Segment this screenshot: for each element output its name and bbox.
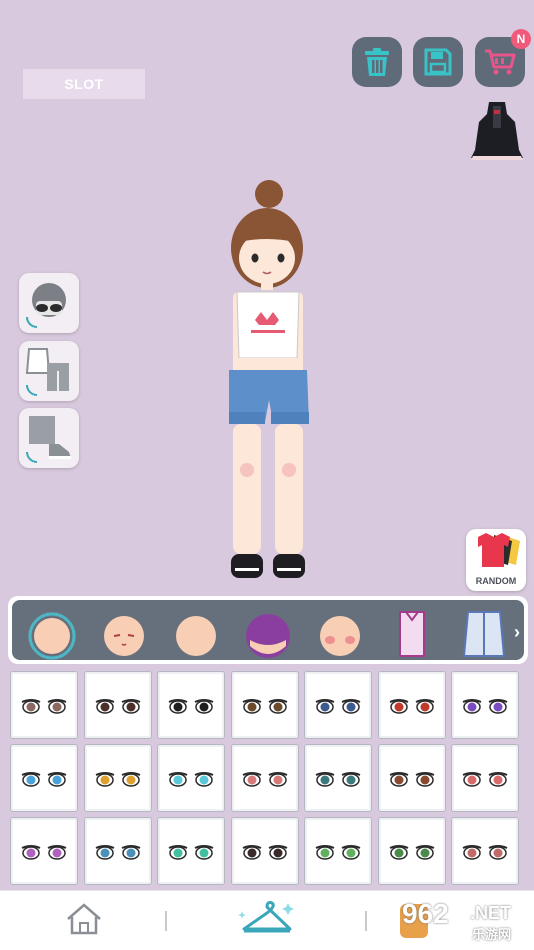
face-icon: [176, 616, 216, 656]
eye-option[interactable]: [83, 817, 152, 885]
shoes-toggle-button[interactable]: [19, 408, 79, 468]
eyes-icon: [21, 772, 67, 787]
eye-option[interactable]: [377, 744, 446, 812]
random-label: RANDOM: [475, 576, 517, 586]
shirt-stack-icon: [478, 533, 520, 567]
eyes-icon: [95, 845, 140, 860]
delete-button[interactable]: [352, 37, 402, 87]
category-bar: ›: [8, 596, 528, 664]
eyes-icon: [168, 845, 214, 860]
eye-option[interactable]: [10, 817, 78, 885]
eye-option[interactable]: [377, 817, 446, 885]
category-cheeks[interactable]: [312, 606, 368, 662]
eyes-icon: [95, 699, 140, 714]
eyes-icon: [315, 699, 361, 714]
hair-icon: [246, 614, 290, 658]
eye-option[interactable]: [377, 671, 446, 739]
face-icon: [28, 612, 76, 660]
eyes-icon: [462, 699, 508, 714]
eye-option[interactable]: [304, 744, 372, 812]
category-hair[interactable]: [240, 606, 296, 662]
character-avatar: [229, 180, 309, 578]
category-outer[interactable]: [456, 606, 512, 662]
eyes-icon: [168, 699, 214, 714]
shirt-pants-icon: [25, 348, 69, 396]
eye-option[interactable]: [157, 744, 225, 812]
home-icon[interactable]: [64, 901, 104, 937]
watermark-suffix: .NET: [470, 903, 512, 923]
eyes-icon: [21, 845, 67, 860]
eye-option[interactable]: [230, 817, 299, 885]
eye-option[interactable]: [451, 817, 519, 885]
eye-option[interactable]: [10, 744, 78, 812]
pants-shoe-icon: [26, 416, 71, 463]
eyes-icon: [315, 772, 361, 787]
eyes-icon: [21, 699, 67, 714]
eyes-icon: [242, 699, 287, 714]
nav-divider: [365, 911, 367, 931]
eyes-icon: [95, 772, 140, 787]
hanger-icon[interactable]: [238, 899, 296, 939]
eyes-icon: [242, 845, 287, 860]
category-face-plain[interactable]: [168, 606, 224, 662]
sunglasses-head-icon: [26, 283, 66, 328]
outfit-toggle-button[interactable]: [19, 341, 79, 401]
face-blush-icon: [320, 616, 360, 656]
eye-option[interactable]: [157, 671, 225, 739]
eyes-icon: [389, 772, 434, 787]
shop-button[interactable]: N: [475, 29, 531, 87]
dress-preview-icon[interactable]: [471, 100, 523, 164]
eyes-icon: [389, 845, 434, 860]
new-badge: N: [511, 29, 531, 49]
chevron-right-icon[interactable]: ›: [514, 622, 520, 643]
shirt-icon: [399, 611, 425, 657]
eyes-icon: [242, 772, 287, 787]
cart-icon: [485, 49, 516, 75]
coat-icon: [462, 611, 506, 657]
random-button[interactable]: RANDOM: [466, 529, 526, 591]
eye-option[interactable]: [83, 671, 152, 739]
eye-option[interactable]: [10, 671, 78, 739]
category-top[interactable]: [384, 606, 440, 662]
save-button[interactable]: [413, 37, 463, 87]
eyes-icon: [462, 845, 508, 860]
category-face-blush[interactable]: [96, 606, 152, 662]
face-icon: [104, 616, 144, 656]
eye-option[interactable]: [157, 817, 225, 885]
eyes-icon: [168, 772, 214, 787]
accessory-toggle-button[interactable]: [19, 273, 79, 333]
eye-option[interactable]: [83, 744, 152, 812]
eye-option[interactable]: [451, 744, 519, 812]
slot-button[interactable]: SLOT: [23, 69, 145, 99]
floppy-disk-icon: [424, 48, 452, 76]
nav-divider: [165, 911, 167, 931]
eye-option[interactable]: [304, 671, 372, 739]
trash-icon: [365, 48, 389, 76]
watermark-logo: 962 .NET 乐游网: [398, 898, 528, 942]
eye-option[interactable]: [451, 671, 519, 739]
eye-option[interactable]: [230, 744, 299, 812]
eyes-icon: [389, 699, 434, 714]
slot-label: SLOT: [64, 76, 104, 92]
category-face-selected[interactable]: [24, 606, 80, 662]
eyes-icon: [462, 772, 508, 787]
eyes-icon: [315, 845, 361, 860]
watermark-subtext: 乐游网: [472, 927, 512, 942]
watermark-number: 962: [402, 898, 449, 929]
eye-option[interactable]: [304, 817, 372, 885]
eye-option[interactable]: [230, 671, 299, 739]
